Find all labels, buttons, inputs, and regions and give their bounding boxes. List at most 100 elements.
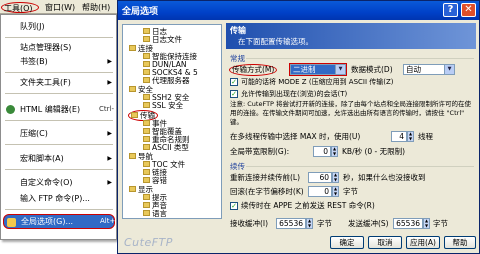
folder-icon	[143, 177, 150, 183]
section-general-label: 常规	[230, 54, 245, 63]
bandwidth-spinner[interactable]: ▲ ▼	[331, 146, 338, 157]
recv-buffer-spinner[interactable]: ▲ ▼	[306, 218, 313, 229]
multi-part-unit: 线程	[418, 132, 433, 141]
retry-unit: 秒，如果什么也没接收到	[343, 173, 426, 182]
options-tree[interactable]: 日志 日志文件 连接 智能保持连接 DUN/LAN SOCKS4 & 5 代理服…	[122, 24, 222, 219]
menu-item-custom-commands[interactable]: 自定义命令(O) ▶	[3, 176, 115, 189]
menu-separator	[5, 93, 113, 94]
folder-icon	[129, 86, 136, 92]
help-button[interactable]: 帮助	[444, 236, 476, 249]
html-editor-icon	[6, 105, 15, 114]
mode-z-label: 可能的话将 MODE Z (压缩应用到 ASCII 传输(Z)	[241, 78, 394, 86]
folder-icon	[143, 77, 150, 83]
rollback-label: 回滚(在字节偏移时(K)	[230, 187, 304, 196]
rollback-input[interactable]: 0	[308, 186, 332, 197]
folder-icon	[129, 153, 136, 159]
bandwidth-unit: KB/秒 (0 - 无限制)	[342, 147, 406, 156]
folder-icon	[143, 53, 150, 59]
menu-help[interactable]: 帮助(H)	[80, 2, 112, 13]
folder-icon	[143, 202, 150, 208]
recv-buffer-input[interactable]: 65536	[276, 218, 306, 229]
folder-icon	[143, 102, 150, 108]
recv-buffer-unit: 字节	[317, 219, 332, 228]
ok-button[interactable]: 确定	[330, 236, 364, 249]
tree-item-log-file[interactable]: 日志文件	[143, 35, 182, 44]
submenu-arrow-icon: ▶	[107, 130, 112, 137]
folder-icon	[143, 169, 150, 175]
note-text: 注意: CuteFTP 将尝试打开新的连接，除了由每个站点和全局连接限制所许可的…	[230, 100, 472, 126]
send-buffer-spinner[interactable]: ▲ ▼	[423, 218, 430, 229]
send-buffer-input[interactable]: 65536	[393, 218, 423, 229]
transfer-mode-label: 传输方式(M)	[229, 64, 278, 76]
folder-icon	[143, 128, 150, 134]
section-divider	[246, 58, 474, 59]
send-buffer-unit: 字节	[433, 219, 448, 228]
appe-rest-checkbox[interactable]: ✓	[230, 202, 238, 210]
menu-separator	[5, 169, 113, 170]
rollback-spinner[interactable]: ▲ ▼	[332, 186, 339, 197]
folder-icon	[143, 28, 150, 34]
submenu-arrow-icon: ▶	[107, 79, 112, 86]
global-options-icon	[7, 218, 16, 227]
submenu-arrow-icon: ▶	[107, 58, 112, 65]
multi-part-spinner[interactable]: ▲ ▼	[407, 131, 414, 142]
tree-item-tolerance[interactable]: 容错	[143, 176, 167, 185]
folder-icon	[143, 61, 150, 67]
menu-separator	[5, 37, 113, 38]
browse-transfer-checkbox[interactable]: ✓	[230, 90, 238, 98]
menu-separator	[5, 209, 113, 210]
folder-icon	[143, 69, 150, 75]
section-divider	[246, 166, 474, 167]
retry-spinner[interactable]: ▲ ▼	[332, 172, 339, 183]
send-buffer-label: 发送缓冲(S)	[348, 219, 389, 228]
apply-button[interactable]: 应用(A)	[406, 236, 440, 249]
menu-tools[interactable]: 工具(O)	[1, 2, 39, 13]
menu-item-html-editor[interactable]: HTML 编辑器(E) Ctrl-	[3, 103, 115, 116]
multi-part-input[interactable]: 4	[391, 131, 407, 142]
cuteftp-logo: CuteFTP	[124, 236, 173, 249]
menu-item-enter-ftp-command[interactable]: 输入 FTP 命令(P)...	[3, 192, 115, 205]
folder-icon	[143, 36, 150, 42]
browse-transfer-label: 允许传输到出现在(浏览)的会话(T)	[241, 90, 348, 98]
recv-buffer-label: 接收缓冲(I)	[230, 219, 269, 228]
tree-item-ascii-types[interactable]: ASCII 类型	[143, 143, 189, 152]
retry-input[interactable]: 60	[308, 172, 332, 183]
retry-label: 重新连接并续传前(L)	[230, 173, 301, 182]
rollback-unit: 字节	[343, 187, 358, 196]
menu-item-bookmarks[interactable]: 书签(B) ▶	[3, 55, 115, 68]
menu-item-folder-tools[interactable]: 文件夹工具(F) ▶	[3, 76, 115, 89]
menu-item-compress[interactable]: 压缩(C) ▶	[3, 127, 115, 140]
cancel-button[interactable]: 取消	[368, 236, 402, 249]
chevron-down-icon: ▼	[335, 65, 345, 74]
menu-item-site-manager[interactable]: 站点管理器(S)	[3, 41, 115, 54]
tree-item-language[interactable]: 语言	[143, 209, 167, 218]
mode-z-checkbox[interactable]: ✓	[230, 78, 238, 86]
folder-icon	[129, 45, 136, 51]
bandwidth-input[interactable]: 0	[313, 146, 331, 157]
page-title: 传输	[230, 26, 246, 35]
submenu-arrow-icon: ▶	[107, 155, 112, 162]
menu-item-queue[interactable]: 队列(J)	[3, 20, 115, 33]
close-button[interactable]: ✕	[461, 3, 476, 17]
transfer-mode-select[interactable]: 二进制 ▼	[289, 63, 347, 76]
menu-item-global-options[interactable]: 全局选项(G)... Alt+	[3, 214, 115, 229]
submenu-arrow-icon: ▶	[107, 179, 112, 186]
bandwidth-label: 全局带宽限制(G):	[230, 147, 290, 156]
folder-icon	[143, 161, 150, 167]
folder-icon	[129, 186, 136, 192]
folder-icon	[131, 112, 138, 118]
section-retry-label: 续传	[230, 162, 245, 171]
appe-rest-label: 续传时在 APPE 之前发送 REST 命令(R)	[241, 201, 375, 210]
data-mode-select[interactable]: 自动 ▼	[403, 64, 455, 75]
tree-item-ssl-security[interactable]: SSL 安全	[143, 101, 183, 110]
dialog-titlebar: 全局选项 ? ✕	[118, 1, 479, 20]
tools-dropdown-menu: 队列(J) 站点管理器(S) 书签(B) ▶ 文件夹工具(F) ▶ HTML 编辑器…	[0, 14, 117, 240]
dialog-title: 全局选项	[122, 7, 159, 17]
tree-item-proxy[interactable]: 代理服务器	[143, 76, 190, 85]
menu-window[interactable]: 窗口(W)	[43, 2, 77, 13]
menu-separator	[5, 120, 113, 121]
help-titlebar-button[interactable]: ?	[443, 3, 458, 17]
menu-separator	[5, 72, 113, 73]
menu-item-macros-scripts[interactable]: 宏和脚本(A) ▶	[3, 152, 115, 165]
page-header: 传输 在下面配置传输选项。	[226, 23, 476, 49]
